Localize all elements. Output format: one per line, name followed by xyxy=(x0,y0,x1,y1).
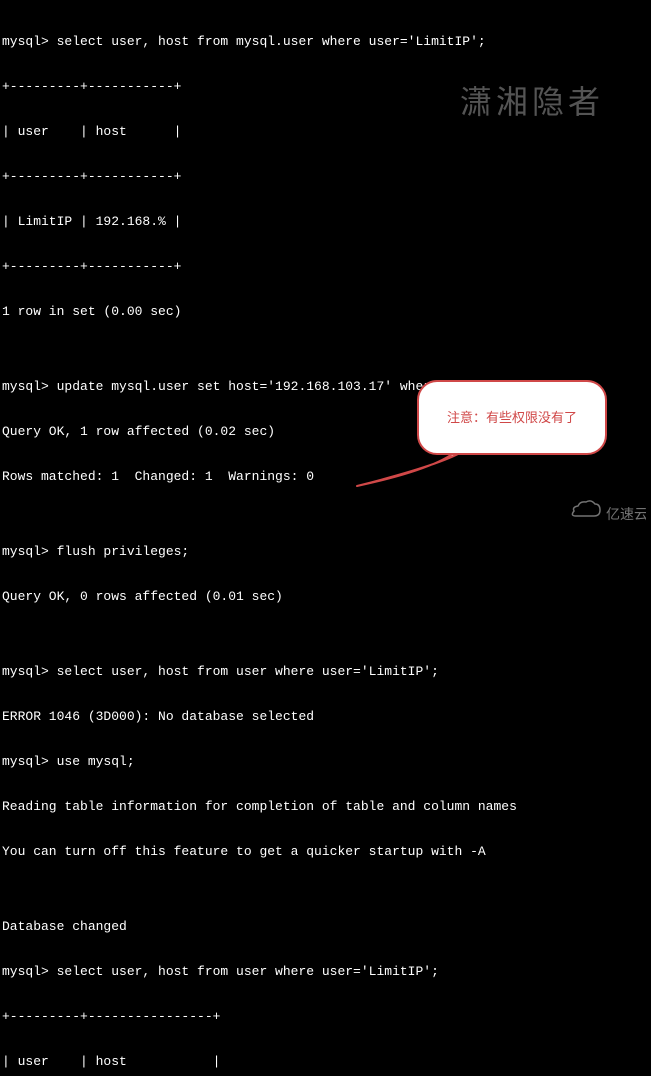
terminal-line: | LimitIP | 192.168.% | xyxy=(2,214,649,229)
terminal-line: Query OK, 1 row affected (0.02 sec) xyxy=(2,424,649,439)
terminal-line: | user | host | xyxy=(2,124,649,139)
terminal-line: mysql> select user, host from user where… xyxy=(2,964,649,979)
terminal-line: +---------+----------------+ xyxy=(2,1009,649,1024)
terminal-line: Query OK, 0 rows affected (0.01 sec) xyxy=(2,589,649,604)
terminal-line: Database changed xyxy=(2,919,649,934)
terminal-line: Reading table information for completion… xyxy=(2,799,649,814)
terminal-line: You can turn off this feature to get a q… xyxy=(2,844,649,859)
terminal-line: +---------+-----------+ xyxy=(2,79,649,94)
terminal-line: +---------+-----------+ xyxy=(2,259,649,274)
terminal-line: mysql> select user, host from user where… xyxy=(2,664,649,679)
terminal-line: ERROR 1046 (3D000): No database selected xyxy=(2,709,649,724)
terminal-line: Rows matched: 1 Changed: 1 Warnings: 0 xyxy=(2,469,649,484)
terminal-line: mysql> select user, host from mysql.user… xyxy=(2,34,649,49)
terminal-line: mysql> update mysql.user set host='192.1… xyxy=(2,379,649,394)
terminal-line: +---------+-----------+ xyxy=(2,169,649,184)
terminal-line: | user | host | xyxy=(2,1054,649,1069)
terminal-line: mysql> use mysql; xyxy=(2,754,649,769)
mysql-terminal-output: mysql> select user, host from mysql.user… xyxy=(0,0,651,1076)
terminal-line: mysql> flush privileges; xyxy=(2,544,649,559)
terminal-line: 1 row in set (0.00 sec) xyxy=(2,304,649,319)
